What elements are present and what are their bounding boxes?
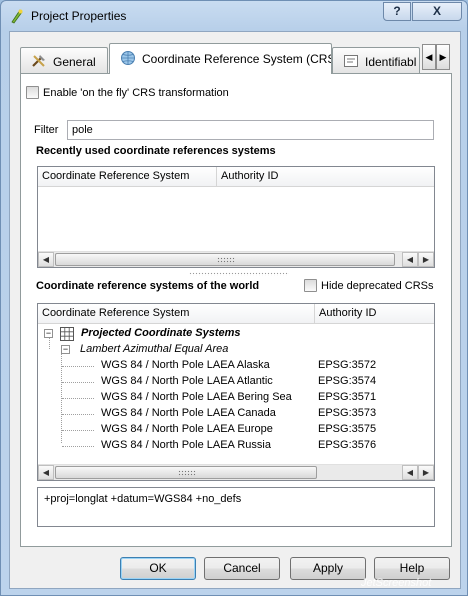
tab-crs[interactable]: Coordinate Reference System (CRS) (109, 43, 332, 74)
crs-authority-id: EPSG:3572 (318, 359, 377, 371)
collapse-icon[interactable]: − (61, 345, 70, 354)
world-scroll-thumb[interactable] (55, 466, 317, 479)
scroll-left-icon[interactable]: ◀ (38, 465, 54, 480)
tree-connector (62, 430, 94, 431)
qgis-app-icon (11, 9, 23, 24)
scroll-right-icon[interactable]: ▶ (418, 465, 434, 480)
crs-authority-id: EPSG:3571 (318, 391, 377, 403)
world-table-header: Coordinate Reference System Authority ID (38, 304, 434, 324)
tab-identifiable-label: Identifiabl (365, 55, 417, 69)
recent-crs-table[interactable]: Coordinate Reference System Authority ID… (37, 166, 435, 268)
grid-icon (60, 327, 74, 341)
proj-string: +proj=longlat +datum=WGS84 +no_defs (44, 493, 242, 505)
tab-identifiable[interactable]: Identifiabl (332, 47, 420, 73)
otf-checkbox[interactable] (26, 86, 39, 99)
grip-icon (178, 470, 196, 477)
projected-group-label: Projected Coordinate Systems (81, 327, 241, 339)
tree-row-laea-subgroup[interactable]: − Lambert Azimuthal Equal Area (38, 342, 434, 358)
splitter-handle[interactable] (189, 272, 289, 276)
tab-general[interactable]: General (20, 47, 108, 73)
project-properties-window: Project Properties ? X General Coordinat… (0, 0, 468, 596)
tree-connector (62, 398, 94, 399)
tree-connector (62, 446, 94, 447)
tree-connector (62, 366, 94, 367)
world-hscrollbar[interactable]: ◀ ◀ ▶ (38, 464, 434, 480)
crs-name: WGS 84 / North Pole LAEA Alaska (101, 359, 270, 371)
recent-col-authority[interactable]: Authority ID (217, 167, 434, 187)
crs-row[interactable]: WGS 84 / North Pole LAEA Atlantic EPSG:3… (38, 374, 434, 390)
collapse-icon[interactable]: − (44, 329, 53, 338)
identify-icon (344, 55, 358, 67)
cancel-button[interactable]: Cancel (204, 557, 280, 580)
window-title: Project Properties (31, 9, 127, 23)
grip-icon (217, 257, 235, 264)
scroll-left-icon[interactable]: ◀ (402, 252, 418, 267)
dialog-client-area: General Coordinate Reference System (CRS… (9, 31, 461, 589)
tab-crs-label: Coordinate Reference System (CRS) (142, 52, 332, 66)
crs-name: WGS 84 / North Pole LAEA Europe (101, 423, 273, 435)
proj-string-box[interactable]: +proj=longlat +datum=WGS84 +no_defs (37, 487, 435, 527)
apply-button[interactable]: Apply (290, 557, 366, 580)
world-heading: Coordinate reference systems of the worl… (36, 280, 260, 292)
hide-deprecated-label: Hide deprecated CRSs (321, 280, 434, 292)
tree-row-projected-group[interactable]: − Projected Coordinate Systems (38, 326, 434, 342)
tab-bar: General Coordinate Reference System (CRS… (20, 43, 452, 74)
crs-row[interactable]: WGS 84 / North Pole LAEA Europe EPSG:357… (38, 422, 434, 438)
crs-authority-id: EPSG:3574 (318, 375, 377, 387)
crs-row[interactable]: WGS 84 / North Pole LAEA Bering Sea EPSG… (38, 390, 434, 406)
recent-hscrollbar[interactable]: ◀ ◀ ▶ (38, 251, 434, 267)
tree-connector (62, 414, 94, 415)
world-crs-table[interactable]: Coordinate Reference System Authority ID… (37, 303, 435, 481)
watermark: JetScreenshot (361, 577, 432, 589)
title-bar[interactable]: Project Properties ? X (1, 1, 467, 31)
scroll-left-icon[interactable]: ◀ (402, 465, 418, 480)
crs-row[interactable]: WGS 84 / North Pole LAEA Canada EPSG:357… (38, 406, 434, 422)
recent-table-header: Coordinate Reference System Authority ID (38, 167, 434, 187)
scroll-right-icon[interactable]: ▶ (418, 252, 434, 267)
otf-label: Enable 'on the fly' CRS transformation (43, 87, 229, 99)
filter-input[interactable] (67, 120, 434, 140)
crs-name: WGS 84 / North Pole LAEA Canada (101, 407, 276, 419)
crs-name: WGS 84 / North Pole LAEA Bering Sea (101, 391, 292, 403)
crs-tab-panel: Enable 'on the fly' CRS transformation F… (20, 73, 452, 547)
window-close-button[interactable]: X (412, 2, 462, 21)
tree-connector (62, 382, 94, 383)
world-col-authority[interactable]: Authority ID (315, 304, 434, 324)
recent-scroll-thumb[interactable] (55, 253, 395, 266)
crs-row[interactable]: WGS 84 / North Pole LAEA Russia EPSG:357… (38, 438, 434, 454)
crs-name: WGS 84 / North Pole LAEA Atlantic (101, 375, 273, 387)
crs-authority-id: EPSG:3573 (318, 407, 377, 419)
laea-subgroup-label: Lambert Azimuthal Equal Area (80, 343, 229, 355)
title-help-button[interactable]: ? (383, 2, 411, 21)
ok-button[interactable]: OK (120, 557, 196, 580)
tab-scroll-right-button[interactable]: ▶ (436, 44, 450, 70)
tab-scroll-left-button[interactable]: ◀ (422, 44, 436, 70)
tab-general-label: General (53, 55, 96, 69)
crs-name: WGS 84 / North Pole LAEA Russia (101, 439, 271, 451)
hide-deprecated-checkbox[interactable] (304, 279, 317, 292)
globe-icon (121, 51, 135, 65)
filter-label: Filter (34, 124, 59, 136)
recent-heading: Recently used coordinate references syst… (36, 145, 276, 157)
tools-icon (32, 55, 45, 67)
crs-authority-id: EPSG:3576 (318, 439, 377, 451)
world-col-crs[interactable]: Coordinate Reference System (38, 304, 315, 324)
crs-authority-id: EPSG:3575 (318, 423, 377, 435)
recent-col-crs[interactable]: Coordinate Reference System (38, 167, 217, 187)
crs-row[interactable]: WGS 84 / North Pole LAEA Alaska EPSG:357… (38, 358, 434, 374)
scroll-left-icon[interactable]: ◀ (38, 252, 54, 267)
